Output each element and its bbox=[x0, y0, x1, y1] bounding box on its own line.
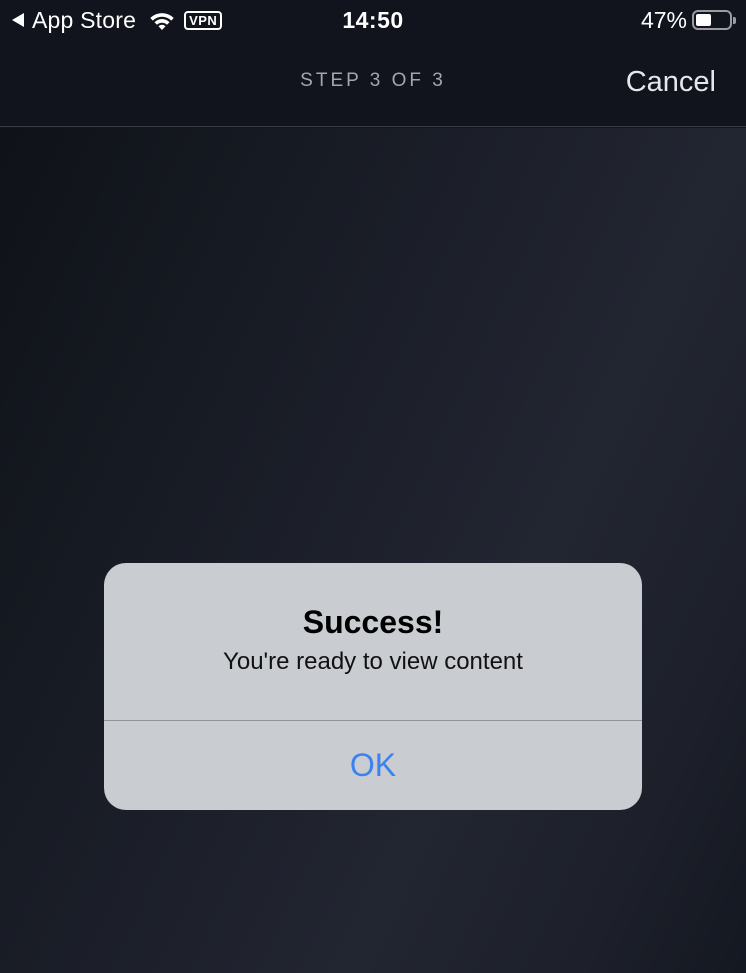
success-alert: Success! You're ready to view content OK bbox=[104, 563, 642, 810]
battery-status: 47% bbox=[641, 5, 736, 35]
cancel-button[interactable]: Cancel bbox=[626, 66, 716, 99]
battery-percent: 47% bbox=[640, 6, 687, 33]
ok-button[interactable]: OK bbox=[104, 721, 642, 810]
alert-title: Success! bbox=[302, 604, 444, 640]
alert-body: Success! You're ready to view content bbox=[104, 563, 642, 721]
battery-icon bbox=[692, 10, 732, 30]
battery-tip bbox=[733, 16, 736, 24]
header-area: App Store VPN 14:50 47% STEP 3 OF 3 Canc… bbox=[0, 0, 746, 127]
nav-bar: STEP 3 OF 3 Cancel bbox=[0, 40, 746, 127]
battery-fill bbox=[696, 14, 711, 26]
content-background bbox=[0, 128, 746, 973]
alert-message: You're ready to view content bbox=[223, 648, 523, 675]
status-time: 14:50 bbox=[342, 7, 404, 33]
status-bar: App Store VPN 14:50 47% bbox=[0, 0, 746, 40]
